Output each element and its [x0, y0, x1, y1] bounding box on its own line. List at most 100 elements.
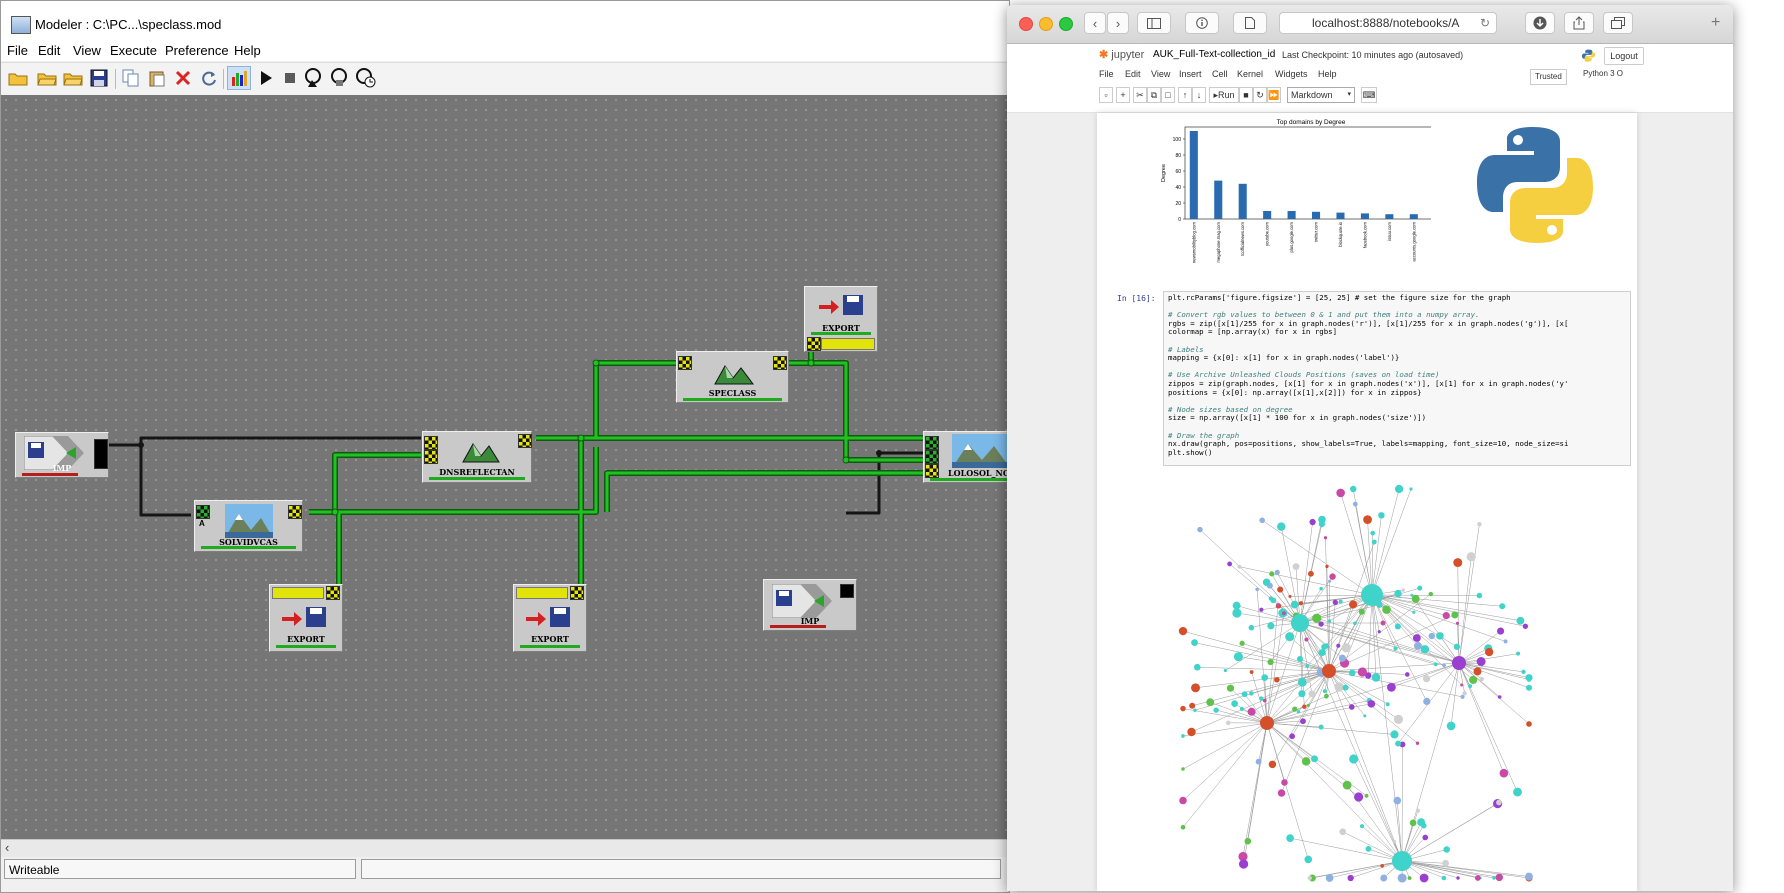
add-cell-icon[interactable]: +: [1116, 87, 1130, 103]
speclass-output-port[interactable]: [773, 356, 787, 370]
jp-menu-file[interactable]: File: [1099, 69, 1114, 79]
lolosol-input-port-1[interactable]: [925, 436, 939, 450]
loop-stop-icon[interactable]: [328, 66, 352, 90]
export-left-input-port[interactable]: [326, 586, 340, 600]
open-folder-alt-icon[interactable]: [61, 66, 85, 90]
jp-menu-insert[interactable]: Insert: [1179, 69, 1202, 79]
export-node-mid[interactable]: EXPORT: [513, 584, 587, 652]
dnsreflectan-input-port-2[interactable]: [424, 450, 438, 464]
jp-menu-kernel[interactable]: Kernel: [1237, 69, 1263, 79]
import2-output-port[interactable]: [840, 584, 854, 598]
reader-icon[interactable]: [1233, 12, 1267, 34]
tabs-icon[interactable]: [1603, 12, 1633, 34]
menu-preference[interactable]: Preference: [165, 43, 229, 58]
scroll-left-icon[interactable]: ‹: [5, 840, 9, 855]
export-icon: [526, 607, 570, 627]
chart-icon[interactable]: [227, 66, 251, 90]
download-icon[interactable]: [1525, 12, 1555, 34]
paste-icon[interactable]: [145, 66, 169, 90]
speclass-node[interactable]: SPECLASS: [676, 351, 789, 403]
loop-run-icon[interactable]: [302, 66, 326, 90]
dnsreflectan-node[interactable]: DNSREFLECTAN: [422, 431, 532, 483]
graph-edge: [1247, 722, 1268, 842]
copy-cell-icon[interactable]: ⧉: [1147, 87, 1161, 103]
solvidvcas-node[interactable]: A SOLVIDVCAS: [194, 500, 303, 552]
lolosol-input-port-2[interactable]: [925, 450, 939, 464]
sidebar-icon[interactable]: [1137, 12, 1171, 34]
menu-view[interactable]: View: [73, 43, 101, 58]
new-tab-icon[interactable]: +: [1711, 14, 1720, 32]
zoom-window-button[interactable]: [1059, 17, 1073, 31]
delete-icon[interactable]: [171, 66, 195, 90]
restart-icon[interactable]: ↻: [1253, 87, 1267, 103]
cell-type-select[interactable]: Markdown ▾: [1287, 87, 1355, 103]
reload-icon[interactable]: ↻: [1480, 13, 1490, 33]
x-tick-label: twitter.com: [1314, 221, 1319, 242]
lolosol-input-port-3[interactable]: [925, 464, 939, 478]
loop-clock-icon[interactable]: [354, 66, 378, 90]
interrupt-icon[interactable]: ■: [1239, 87, 1253, 103]
export-node-left[interactable]: EXPORT: [269, 584, 343, 652]
save-notebook-icon[interactable]: ▫: [1099, 87, 1113, 103]
export-top-input-port[interactable]: [807, 337, 821, 351]
graph-node: [1232, 601, 1241, 610]
cut-icon[interactable]: ✂: [1133, 87, 1147, 103]
menu-edit[interactable]: Edit: [38, 43, 60, 58]
export-mid-input-port[interactable]: [570, 586, 584, 600]
graph-node: [1428, 632, 1435, 640]
open-folder-icon[interactable]: [35, 66, 59, 90]
minimize-window-button[interactable]: [1039, 17, 1053, 31]
export-node-top[interactable]: EXPORT: [804, 286, 878, 352]
menu-execute[interactable]: Execute: [110, 43, 157, 58]
menu-file[interactable]: File: [7, 43, 28, 58]
solvidvcas-input-port[interactable]: [196, 505, 210, 519]
jp-menu-cell[interactable]: Cell: [1212, 69, 1228, 79]
model-canvas[interactable]: IMP A SOLVIDVCAS DNSREFLECTAN SPECLASS E…: [1, 95, 1011, 839]
jp-menu-help[interactable]: Help: [1318, 69, 1337, 79]
forward-icon[interactable]: ›: [1107, 12, 1129, 34]
speclass-input-port[interactable]: [678, 356, 692, 370]
new-folder-icon[interactable]: [6, 66, 30, 90]
jp-menu-widgets[interactable]: Widgets: [1275, 69, 1308, 79]
graph-node: [1380, 874, 1388, 882]
dnsreflectan-label: DNSREFLECTAN: [439, 467, 515, 477]
jp-menu-view[interactable]: View: [1151, 69, 1170, 79]
restart-run-all-icon[interactable]: ⏩: [1267, 87, 1281, 103]
dnsreflectan-input-port[interactable]: [424, 436, 438, 450]
graph-node: [1392, 851, 1412, 871]
notebook-name[interactable]: AUK_Full-Text-collection_id: [1153, 49, 1275, 60]
keyboard-icon[interactable]: ⌨: [1361, 87, 1377, 103]
menu-help[interactable]: Help: [234, 43, 261, 58]
lolosol-node[interactable]: LOLOSOL_NOMI: [923, 431, 1011, 483]
graph-node: [1428, 591, 1434, 597]
graph-node: [1302, 704, 1307, 709]
close-window-button[interactable]: [1019, 17, 1033, 31]
import-node-2[interactable]: IMP: [763, 579, 857, 631]
graph-node: [1328, 619, 1332, 623]
run-icon[interactable]: [254, 66, 278, 90]
trusted-badge[interactable]: Trusted: [1530, 69, 1567, 85]
back-icon[interactable]: ‹: [1084, 12, 1106, 34]
move-down-icon[interactable]: ↓: [1192, 87, 1206, 103]
stop-icon[interactable]: [278, 66, 302, 90]
save-icon[interactable]: [87, 66, 111, 90]
jupyter-logo[interactable]: ✱ jupyter: [1099, 48, 1144, 61]
horizontal-scrollbar[interactable]: ‹: [1, 839, 1011, 857]
graph-node: [1390, 730, 1399, 739]
import-node[interactable]: IMP: [15, 432, 109, 478]
code-cell[interactable]: plt.rcParams['figure.figsize'] = [25, 25…: [1163, 291, 1631, 466]
url-bar[interactable]: localhost:8888/notebooks/A ↻: [1279, 12, 1497, 34]
solvidvcas-output-port[interactable]: [288, 505, 302, 519]
share-icon[interactable]: [1564, 12, 1594, 34]
refresh-icon[interactable]: [197, 66, 221, 90]
dnsreflectan-output-port[interactable]: [518, 434, 532, 448]
jp-menu-edit[interactable]: Edit: [1125, 69, 1141, 79]
logout-button[interactable]: Logout: [1604, 47, 1644, 65]
run-button[interactable]: ▸Run: [1209, 87, 1239, 103]
paste-cell-icon[interactable]: □: [1161, 87, 1175, 103]
info-icon[interactable]: [1185, 12, 1219, 34]
notebook-page[interactable]: Top domains by Degree Degree 0 20 40 60 80 10…: [1097, 113, 1637, 891]
move-up-icon[interactable]: ↑: [1178, 87, 1192, 103]
graph-edge: [1371, 594, 1480, 596]
copy-icon[interactable]: [119, 66, 143, 90]
